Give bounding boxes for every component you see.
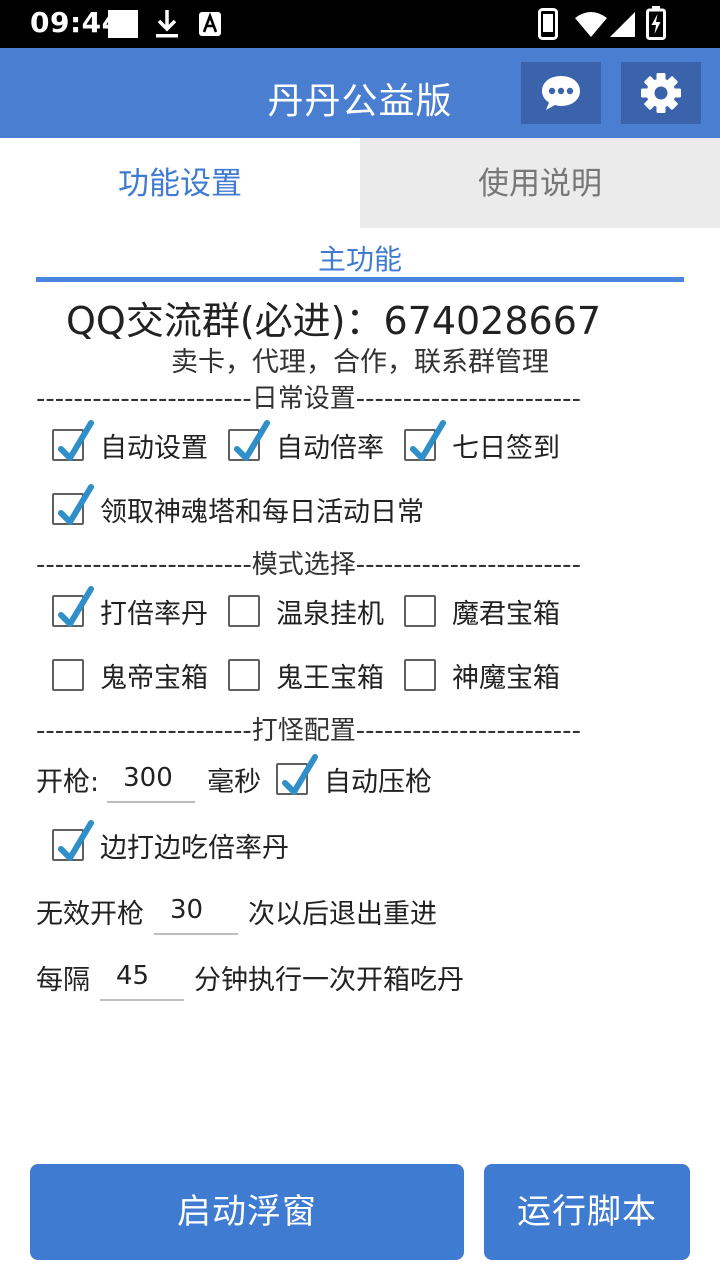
app-bar: 丹丹公益版	[0, 48, 720, 138]
combat-config-divider: -----------------------打怪配置-------------…	[36, 716, 580, 746]
run-script-button[interactable]: 运行脚本	[484, 1164, 690, 1260]
checkmark-icon	[410, 420, 446, 461]
checkbox-label: 魔君宝箱	[452, 598, 560, 630]
checkbox-box	[52, 586, 94, 627]
checkbox-box	[228, 420, 270, 461]
checkbox-ghost-emperor-chest[interactable]: 鬼帝宝箱	[52, 650, 208, 700]
checkbox-box	[404, 420, 446, 461]
invalid-fire-row: 无效开枪 次以后退出重进	[36, 886, 437, 936]
qq-group-text: QQ交流群(必进)：674028667	[66, 299, 602, 343]
checkbox-box	[52, 820, 94, 861]
checkbox-box	[228, 659, 260, 691]
battery-charging-icon	[646, 6, 666, 40]
checkbox-box	[52, 659, 84, 691]
invalid-fire-suffix: 次以后退出重进	[248, 898, 437, 930]
checkbox-label: 鬼帝宝箱	[100, 662, 208, 694]
checkbox-box	[228, 595, 260, 627]
daily-settings-divider: -----------------------日常设置-------------…	[36, 384, 580, 414]
signal-icon	[610, 12, 635, 37]
checkbox-box	[404, 659, 436, 691]
checkbox-label: 鬼王宝箱	[276, 662, 384, 694]
checkmark-icon	[58, 420, 94, 461]
checkbox-ghost-king-chest[interactable]: 鬼王宝箱	[228, 650, 384, 700]
checkbox-auto-recoil[interactable]: 自动压枪	[276, 754, 432, 804]
checkbox-claim-tower-daily[interactable]: 领取神魂塔和每日活动日常	[52, 484, 424, 534]
checkmark-icon	[58, 586, 94, 627]
checkbox-label: 七日签到	[452, 432, 560, 464]
checkmark-icon	[234, 420, 270, 461]
a-badge-icon	[199, 12, 221, 36]
tab-function-settings[interactable]: 功能设置	[0, 138, 360, 228]
interval-prefix: 每隔	[36, 964, 90, 996]
checkbox-label: 温泉挂机	[276, 598, 384, 630]
chat-button[interactable]	[521, 62, 601, 124]
checkbox-box	[52, 484, 94, 525]
checkbox-label: 边打边吃倍率丹	[100, 832, 289, 864]
tab-instructions[interactable]: 使用说明	[360, 138, 720, 228]
checkbox-label: 神魔宝箱	[452, 662, 560, 694]
gear-icon	[641, 73, 681, 113]
mode-select-divider: -----------------------模式选择-------------…	[36, 550, 580, 580]
checkbox-multiplier-pill[interactable]: 打倍率丹	[52, 586, 208, 636]
checkbox-seven-day-signin[interactable]: 七日签到	[404, 420, 560, 470]
status-bar: 09:44	[0, 0, 720, 48]
checkbox-box	[52, 420, 94, 461]
phone-icon	[538, 8, 558, 40]
checkmark-icon	[58, 484, 94, 525]
checkbox-demon-lord-chest[interactable]: 魔君宝箱	[404, 586, 560, 636]
checkbox-label: 领取神魂塔和每日活动日常	[100, 496, 424, 528]
interval-suffix: 分钟执行一次开箱吃丹	[194, 964, 464, 996]
invalid-fire-prefix: 无效开枪	[36, 898, 144, 930]
chat-icon	[542, 76, 580, 110]
tab-bar: 功能设置 使用说明	[0, 138, 720, 228]
checkbox-hot-spring-idle[interactable]: 温泉挂机	[228, 586, 384, 636]
wifi-icon	[575, 12, 607, 37]
interval-input[interactable]	[100, 953, 184, 1001]
section-underline	[36, 277, 684, 282]
checkmark-icon	[282, 754, 318, 795]
notification-square-icon	[108, 10, 138, 38]
settings-button[interactable]	[621, 62, 701, 124]
checkbox-god-demon-chest[interactable]: 神魔宝箱	[404, 650, 560, 700]
checkbox-auto-settings[interactable]: 自动设置	[52, 420, 208, 470]
checkbox-label: 自动设置	[100, 432, 208, 464]
checkbox-label: 打倍率丹	[100, 598, 208, 630]
invalid-fire-input[interactable]	[154, 887, 238, 935]
section-title: 主功能	[317, 243, 402, 276]
checkmark-icon	[58, 820, 94, 861]
app-title: 丹丹公益版	[267, 81, 453, 122]
checkbox-auto-multiplier[interactable]: 自动倍率	[228, 420, 384, 470]
download-icon	[156, 10, 178, 38]
checkbox-eat-while-fighting[interactable]: 边打边吃倍率丹	[52, 820, 289, 870]
interval-row: 每隔 分钟执行一次开箱吃丹	[36, 952, 464, 1002]
checkbox-box	[276, 754, 318, 795]
checkbox-box	[404, 595, 436, 627]
contact-text: 卖卡，代理，合作，联系群管理	[171, 347, 549, 378]
checkbox-label: 自动倍率	[276, 432, 384, 464]
start-floating-window-button[interactable]: 启动浮窗	[30, 1164, 464, 1260]
checkbox-label: 自动压枪	[324, 766, 432, 798]
